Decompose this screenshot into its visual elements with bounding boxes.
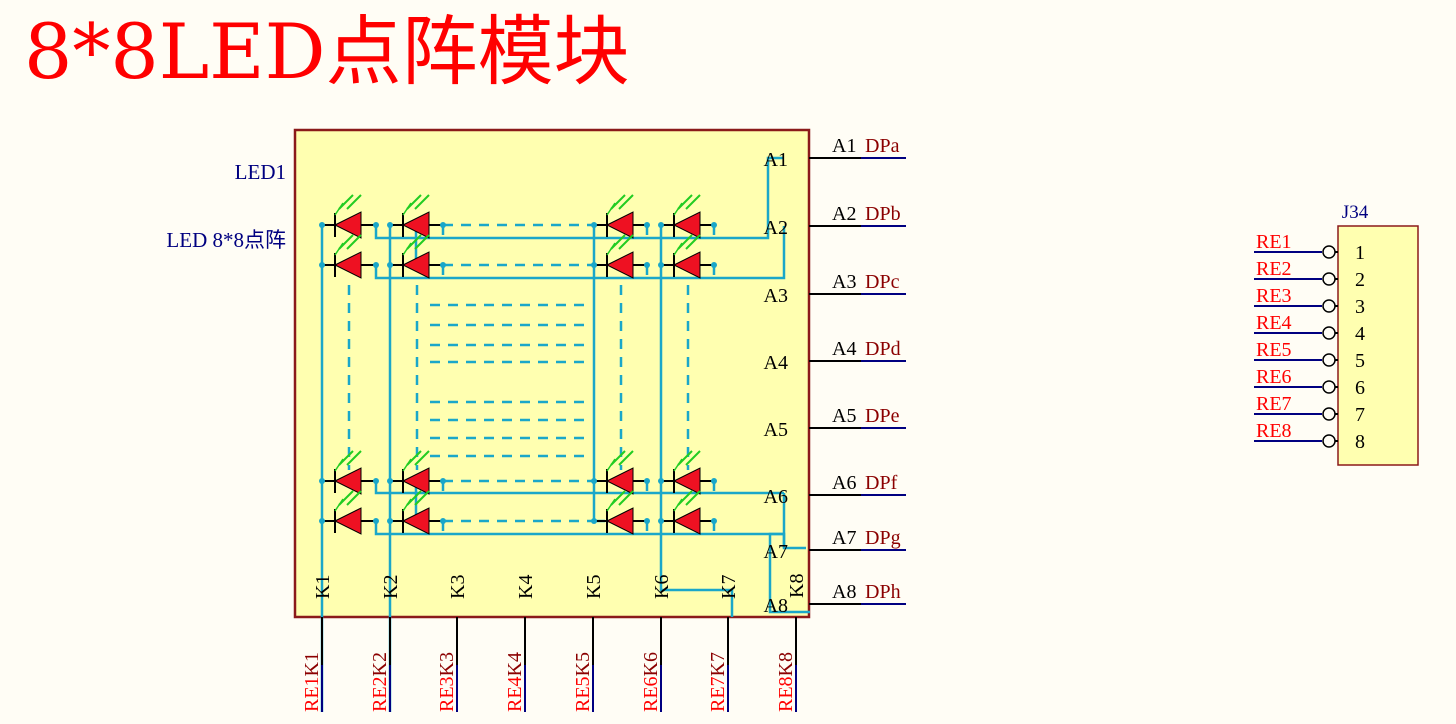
junction-dot	[387, 222, 393, 228]
cathode-pin-label: K5	[583, 575, 605, 599]
cathode-pin-label: K2	[380, 575, 402, 599]
cathode-net-label: RE7K7	[707, 652, 729, 712]
connector-pin-number: 7	[1355, 404, 1365, 426]
cathode-net-label: RE3K3	[436, 652, 458, 712]
cathode-pin-label: K3	[447, 575, 469, 599]
anode-pin-number: A5	[832, 405, 856, 427]
connector-net-label: RE4	[1256, 312, 1292, 334]
connector-pin-number: 5	[1355, 350, 1365, 372]
anode-net-label: DPa	[865, 135, 900, 157]
junction-dot	[373, 478, 379, 484]
connector-pin-number: 6	[1355, 377, 1365, 399]
cathode-net-label: RE1K1	[301, 652, 323, 712]
connector-net-label: RE5	[1256, 339, 1292, 361]
connector-net-label: RE7	[1256, 393, 1292, 415]
connector-net-label: RE1	[1256, 231, 1292, 253]
schematic-canvas: 8*8LED点阵模块 LED1 LED 8*8点阵 A1 A1 DPa A2 A…	[0, 0, 1456, 724]
anode-pin-label: A1	[764, 149, 788, 171]
connector-net-label: RE3	[1256, 285, 1292, 307]
junction-dot	[387, 518, 393, 524]
connector-pin-number: 2	[1355, 269, 1365, 291]
led-matrix-body	[293, 128, 811, 619]
anode-pin-label: A2	[764, 217, 788, 239]
junction-dot	[644, 478, 650, 484]
connector-net-label: RE6	[1256, 366, 1292, 388]
junction-dot	[591, 262, 597, 268]
schematic-svg: 8*8LED点阵模块 LED1 LED 8*8点阵 A1A1 DPaA2A2 D…	[24, 7, 1419, 712]
anode-net-label: DPe	[865, 405, 900, 427]
anode-net-label: DPh	[865, 581, 901, 603]
connector-designator: J34	[1342, 202, 1369, 223]
junction-dot	[591, 518, 597, 524]
anode-pin-number: A7	[832, 527, 856, 549]
connector-pin-number: 3	[1355, 296, 1365, 318]
junction-dot	[591, 222, 597, 228]
anode-pin-number: A4	[832, 338, 856, 360]
junction-dot	[319, 222, 325, 228]
junction-dot	[373, 262, 379, 268]
anode-pin-label: A7	[764, 541, 788, 563]
junction-dot	[711, 262, 717, 268]
cathode-net-label: RE4K4	[504, 652, 526, 712]
anode-pin-label: A5	[764, 419, 788, 441]
led-comment: LED 8*8点阵	[166, 228, 286, 252]
cathode-pin-label: K4	[515, 575, 537, 599]
connector-net-label: RE8	[1256, 420, 1292, 442]
anode-net-label: DPb	[865, 203, 901, 225]
anode-net-label: DPc	[865, 271, 900, 293]
anode-pin-number: A6	[832, 472, 856, 494]
junction-dot	[319, 478, 325, 484]
anode-net-label: DPf	[865, 472, 898, 494]
cathode-pin-label: K7	[718, 575, 740, 599]
junction-dot	[711, 222, 717, 228]
junction-dot	[440, 262, 446, 268]
anode-net-label: DPd	[865, 338, 901, 360]
anode-pin-number: A3	[832, 271, 856, 293]
junction-dot	[319, 262, 325, 268]
junction-dot	[644, 262, 650, 268]
junction-dot	[658, 262, 664, 268]
junction-dot	[387, 262, 393, 268]
junction-dot	[319, 518, 325, 524]
junction-dot	[644, 222, 650, 228]
cathode-pin-label: K6	[651, 575, 673, 599]
anode-pin-label: A8	[764, 595, 788, 617]
anode-pin-number: A1	[832, 135, 856, 157]
anode-pin-number: A8	[832, 581, 856, 603]
junction-dot	[591, 478, 597, 484]
cathode-net-label: RE8K8	[775, 652, 797, 712]
cathode-pin-label: K8	[786, 574, 808, 598]
cathode-net-label: RE6K6	[640, 652, 662, 712]
junction-dot	[440, 518, 446, 524]
junction-dot	[373, 222, 379, 228]
anode-pin-label: A4	[764, 352, 788, 374]
junction-dot	[658, 478, 664, 484]
junction-dot	[658, 518, 664, 524]
cathode-net-label: RE2K2	[369, 652, 391, 712]
junction-dot	[711, 518, 717, 524]
junction-dot	[373, 518, 379, 524]
junction-dot	[387, 478, 393, 484]
cathode-pin-label: K1	[312, 575, 334, 599]
schematic-title: 8*8LED点阵模块	[24, 7, 630, 96]
anode-pin-label: A6	[764, 486, 788, 508]
anode-net-label: DPg	[865, 527, 901, 549]
connector-net-label: RE2	[1256, 258, 1292, 280]
junction-dot	[440, 222, 446, 228]
junction-dot	[440, 478, 446, 484]
connector-pin-number: 1	[1355, 242, 1365, 264]
connector-body	[1337, 225, 1419, 466]
anode-pin-number: A2	[832, 203, 856, 225]
junction-dot	[658, 222, 664, 228]
connector-pin-number: 4	[1355, 323, 1365, 345]
connector-pin-number: 8	[1355, 431, 1365, 453]
junction-dot	[711, 478, 717, 484]
junction-dot	[644, 518, 650, 524]
cathode-net-label: RE5K5	[572, 652, 594, 712]
anode-pin-label: A3	[764, 285, 788, 307]
led-designator: LED1	[235, 160, 286, 184]
